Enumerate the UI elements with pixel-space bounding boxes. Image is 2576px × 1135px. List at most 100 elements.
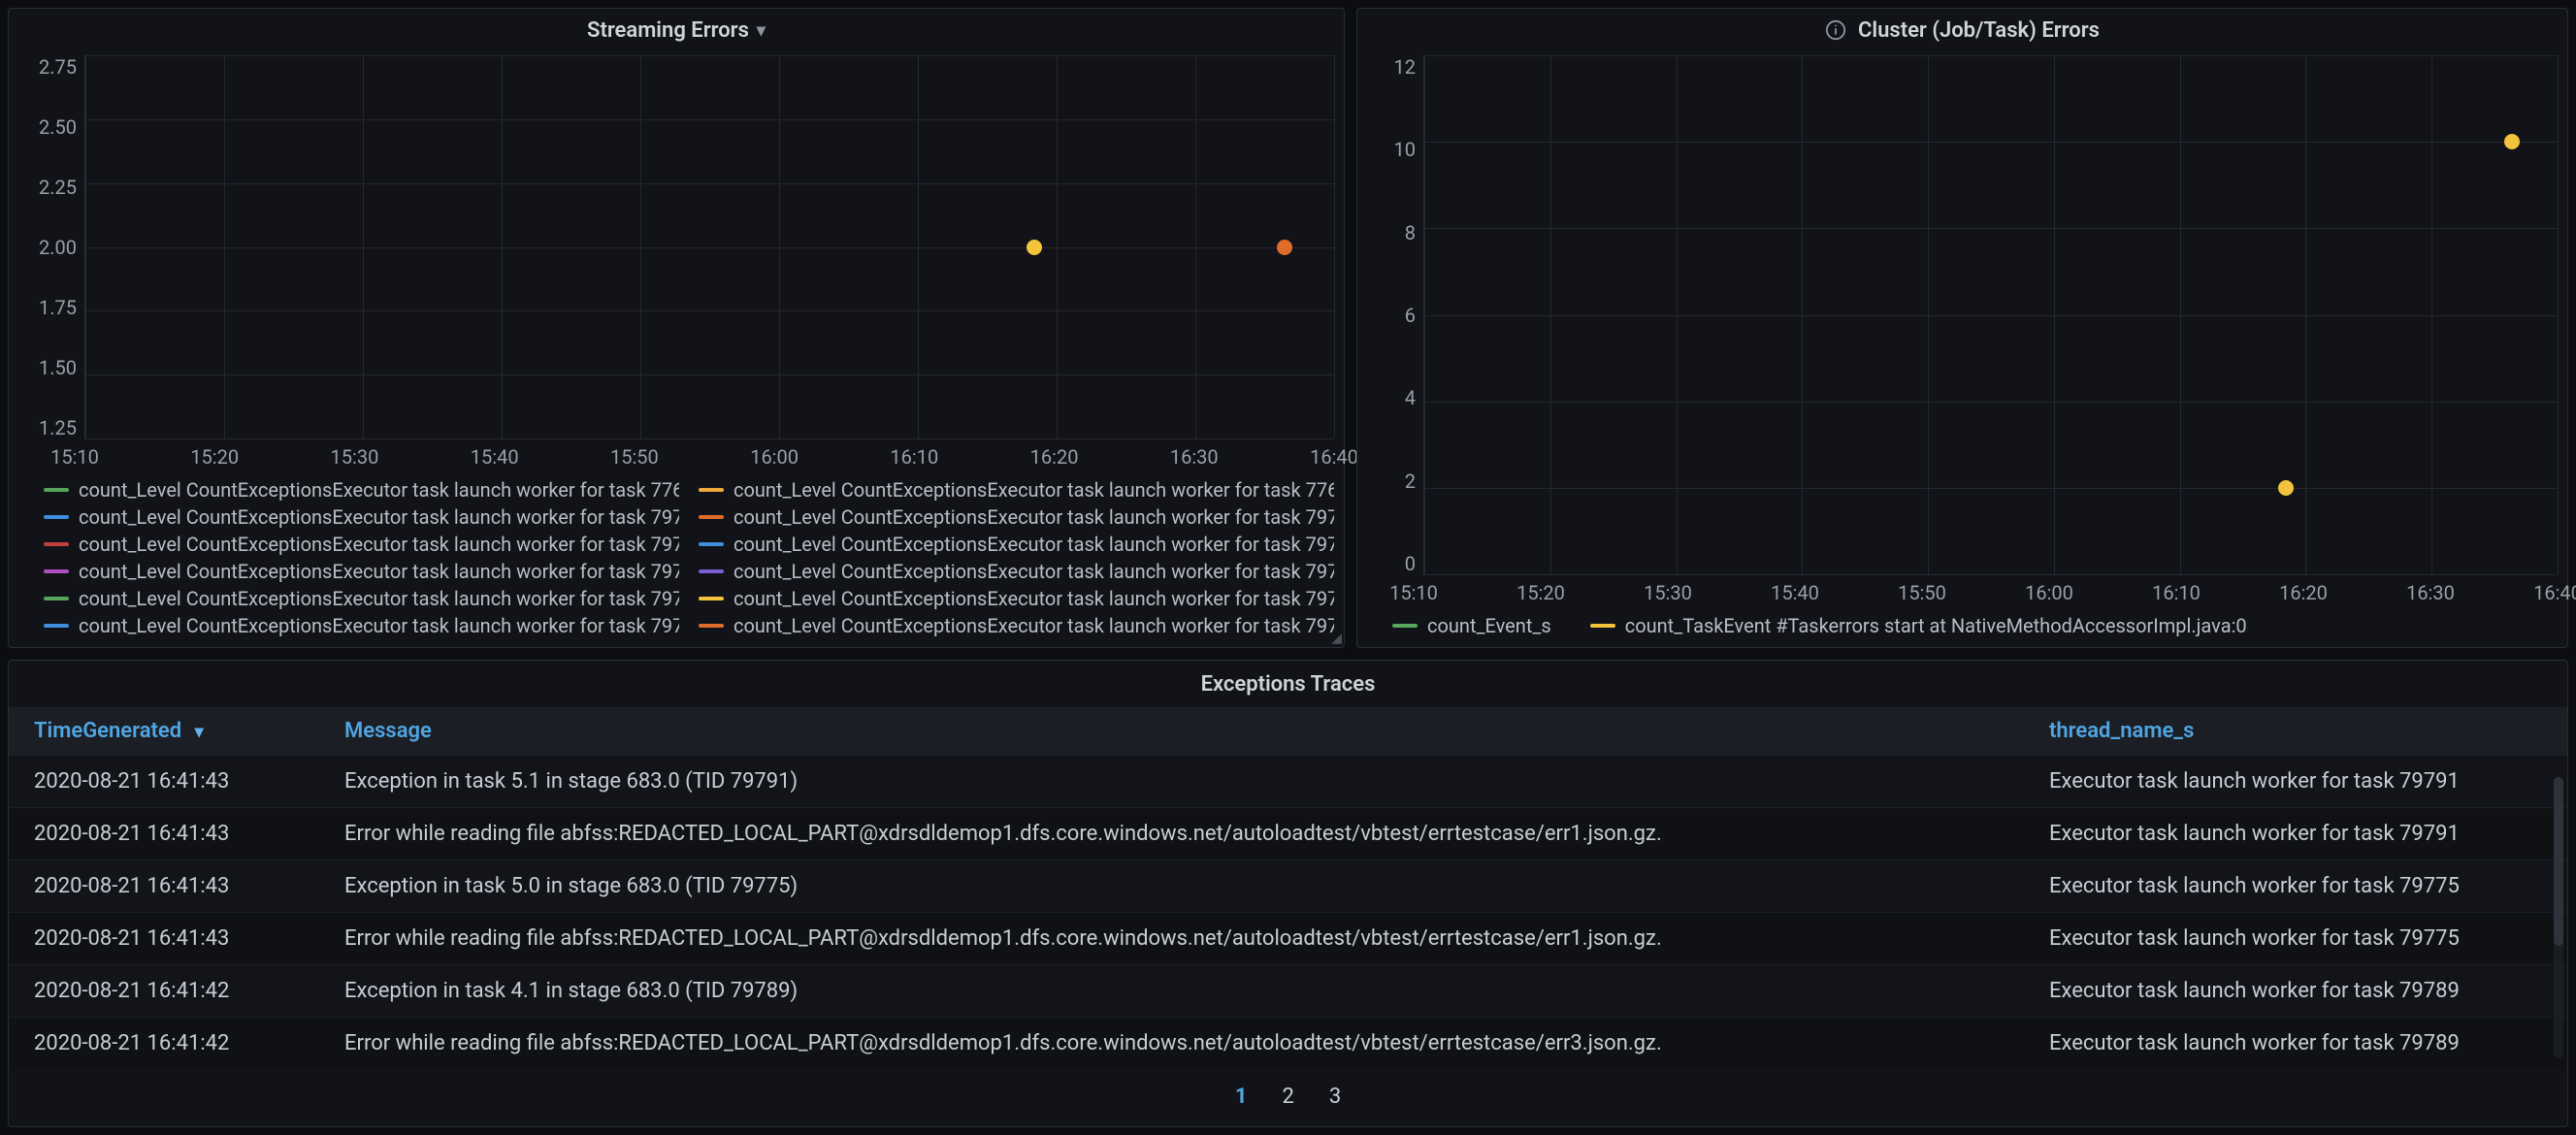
data-point[interactable] [2504,134,2520,149]
cell-thread: Executor task launch worker for task 797… [2024,965,2567,1018]
legend-item[interactable]: count_Level CountExceptionsExecutor task… [44,614,679,637]
pagination: 1 2 3 [9,1069,2567,1126]
x-tick: 16:00 [2025,581,2073,604]
data-point[interactable] [2278,480,2294,496]
table-row[interactable]: 2020-08-21 16:41:42Exception in task 4.1… [9,965,2567,1018]
chevron-down-icon[interactable]: ▾ [757,20,766,41]
legend-swatch [44,597,69,600]
legend-label: count_Level CountExceptionsExecutor task… [79,587,679,610]
legend-item[interactable]: count_Level CountExceptionsExecutor task… [44,560,679,583]
legend-item[interactable]: count_Level CountExceptionsExecutor task… [699,587,1334,610]
table-row[interactable]: 2020-08-21 16:41:43Error while reading f… [9,808,2567,860]
panel-title-bar[interactable]: Streaming Errors ▾ [9,9,1344,51]
x-tick: 16:20 [2279,581,2328,604]
legend-label: count_Level CountExceptionsExecutor task… [734,560,1334,583]
chart-grid [84,55,1334,439]
legend-item[interactable]: count_Level CountExceptionsExecutor task… [699,505,1334,529]
panel-title: Cluster (Job/Task) Errors [1858,18,2100,43]
legend-item[interactable]: count_TaskEvent #Taskerrors start at Nat… [1590,614,2247,637]
cell-time: 2020-08-21 16:41:42 [9,965,319,1018]
col-header-label: Message [344,719,432,743]
cluster-chart-area[interactable]: 121086420 [1357,51,2567,575]
x-tick: 16:20 [1030,445,1079,469]
legend-label: count_Level CountExceptionsExecutor task… [734,614,1334,637]
y-axis: 2.752.502.252.001.751.501.25 [18,55,84,439]
resize-handle-icon[interactable]: ◢ [1328,632,1342,645]
y-tick: 0 [1405,552,1416,575]
legend-label: count_Level CountExceptionsExecutor task… [734,505,1334,529]
scrollbar-thumb[interactable] [2554,777,2563,946]
cell-message: Exception in task 5.0 in stage 683.0 (TI… [319,860,2024,913]
page-3[interactable]: 3 [1329,1085,1341,1109]
legend-item[interactable]: count_Level CountExceptionsExecutor task… [699,533,1334,556]
panel-title: Exceptions Traces [9,661,2567,707]
cluster-errors-panel: Cluster (Job/Task) Errors 121086420 15:1… [1356,8,2568,648]
panel-title-bar[interactable]: Cluster (Job/Task) Errors [1357,9,2567,51]
x-tick: 15:40 [471,445,519,469]
legend-item[interactable]: count_Level CountExceptionsExecutor task… [44,533,679,556]
legend-item[interactable]: count_Event_s [1392,614,1551,637]
table-row[interactable]: 2020-08-21 16:41:43Error while reading f… [9,913,2567,965]
x-tick: 16:40 [2533,581,2576,604]
table-scrollbar[interactable] [2554,777,2563,1058]
cell-time: 2020-08-21 16:41:43 [9,913,319,965]
cell-message: Error while reading file abfss:REDACTED_… [319,808,2024,860]
table-row[interactable]: 2020-08-21 16:41:42Error while reading f… [9,1018,2567,1070]
y-tick: 2 [1405,470,1416,493]
legend-swatch [1590,624,1615,628]
panel-title: Streaming Errors [587,18,749,43]
x-tick: 16:30 [1170,445,1219,469]
legend-item[interactable]: count_Level CountExceptionsExecutor task… [44,478,679,502]
legend-item[interactable]: count_Level CountExceptionsExecutor task… [44,505,679,529]
table-row[interactable]: 2020-08-21 16:41:43Exception in task 5.0… [9,860,2567,913]
legend-swatch [44,624,69,628]
data-point[interactable] [1277,240,1292,255]
info-icon[interactable] [1825,19,1846,41]
legend-item[interactable]: count_Level CountExceptionsExecutor task… [699,560,1334,583]
legend-item[interactable]: count_Level CountExceptionsExecutor task… [44,587,679,610]
cell-thread: Executor task launch worker for task 797… [2024,756,2567,808]
x-tick: 15:30 [331,445,379,469]
x-axis: 15:1015:2015:3015:4015:5016:0016:1016:20… [1414,575,2558,608]
x-tick: 15:20 [190,445,239,469]
cell-message: Exception in task 4.1 in stage 683.0 (TI… [319,965,2024,1018]
legend-label: count_Level CountExceptionsExecutor task… [79,560,679,583]
data-point[interactable] [1027,240,1042,255]
sort-desc-icon[interactable]: ▾ [195,722,204,742]
exceptions-table: TimeGenerated ▾ Message thread_name_s 20… [9,707,2567,1069]
legend-label: count_Level CountExceptionsExecutor task… [79,478,679,502]
cell-message: Exception in task 5.1 in stage 683.0 (TI… [319,756,2024,808]
col-header-time[interactable]: TimeGenerated ▾ [9,707,319,756]
x-tick: 16:40 [1310,445,1358,469]
x-tick: 16:10 [890,445,938,469]
legend-label: count_TaskEvent #Taskerrors start at Nat… [1625,614,2247,637]
legend-label: count_Level CountExceptionsExecutor task… [79,533,679,556]
cell-time: 2020-08-21 16:41:43 [9,808,319,860]
y-axis: 121086420 [1367,55,1423,575]
table-row[interactable]: 2020-08-21 16:41:43Exception in task 5.1… [9,756,2567,808]
legend-label: count_Level CountExceptionsExecutor task… [79,505,679,529]
x-tick: 15:50 [1898,581,1946,604]
y-tick: 1.25 [39,416,77,439]
y-tick: 12 [1394,55,1416,79]
legend-item[interactable]: count_Level CountExceptionsExecutor task… [699,614,1334,637]
x-tick: 15:10 [1389,581,1438,604]
col-header-thread[interactable]: thread_name_s [2024,707,2567,756]
legend-item[interactable]: count_Level CountExceptionsExecutor task… [699,478,1334,502]
y-tick: 4 [1405,386,1416,409]
y-tick: 8 [1405,221,1416,244]
cell-message: Error while reading file abfss:REDACTED_… [319,1018,2024,1070]
cell-thread: Executor task launch worker for task 797… [2024,808,2567,860]
legend-label: count_Level CountExceptionsExecutor task… [79,614,679,637]
legend-swatch [699,569,724,573]
col-header-message[interactable]: Message [319,707,2024,756]
y-tick: 2.00 [39,236,77,259]
page-1[interactable]: 1 [1235,1085,1248,1109]
page-2[interactable]: 2 [1282,1085,1293,1109]
x-tick: 15:10 [50,445,99,469]
x-tick: 15:50 [610,445,659,469]
x-axis: 15:1015:2015:3015:4015:5016:0016:1016:20… [75,439,1334,472]
streaming-chart-area[interactable]: 2.752.502.252.001.751.501.25 [9,51,1344,439]
legend-label: count_Level CountExceptionsExecutor task… [734,478,1334,502]
cell-thread: Executor task launch worker for task 797… [2024,1018,2567,1070]
